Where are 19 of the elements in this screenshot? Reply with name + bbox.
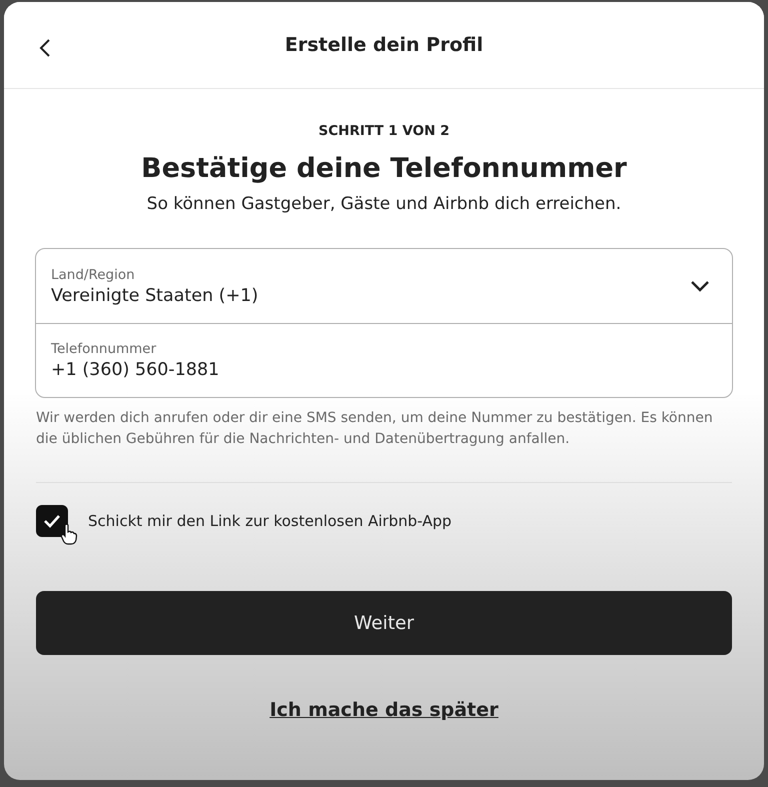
heading: Bestätige deine Telefonnummer [141, 153, 627, 184]
field-value: +1 (360) 560-1881 [51, 360, 220, 380]
subheading: So können Gastgeber, Gäste und Airbnb dich erreichen. [146, 194, 622, 214]
continue-button[interactable]: Weiter [36, 591, 732, 655]
field-label: Land/Region [51, 266, 136, 282]
step-indicator: SCHRITT 1 VON 2 [318, 123, 450, 139]
notice-text: Wir werden dich anrufen oder dir eine SMS senden, um deine Nummer zu bestätigen. Es können die üblichen Gebühren für die Nachrichten- und Datenübertragung anfallen. [36, 409, 714, 449]
field-value: Vereinigte Staaten (+1) [51, 286, 258, 306]
chevron-left-icon [38, 38, 52, 58]
chevron-down-icon [690, 280, 710, 292]
skip-link[interactable]: Ich mache das später [270, 699, 498, 721]
checkbox[interactable] [36, 505, 68, 537]
country-select[interactable]: Land/Region Vereinigte Staaten (+1) [36, 249, 732, 323]
checkbox-label: Schickt mir den Link zur kostenlosen Airbnb-App [88, 512, 452, 530]
field-label: Telefonnummer [51, 341, 158, 357]
check-icon [43, 514, 61, 528]
dialog-title: Erstelle dein Profil [284, 34, 484, 56]
phone-field[interactable]: Telefonnummer +1 (360) 560-1881 [36, 323, 732, 397]
hand-cursor-icon [60, 523, 78, 545]
